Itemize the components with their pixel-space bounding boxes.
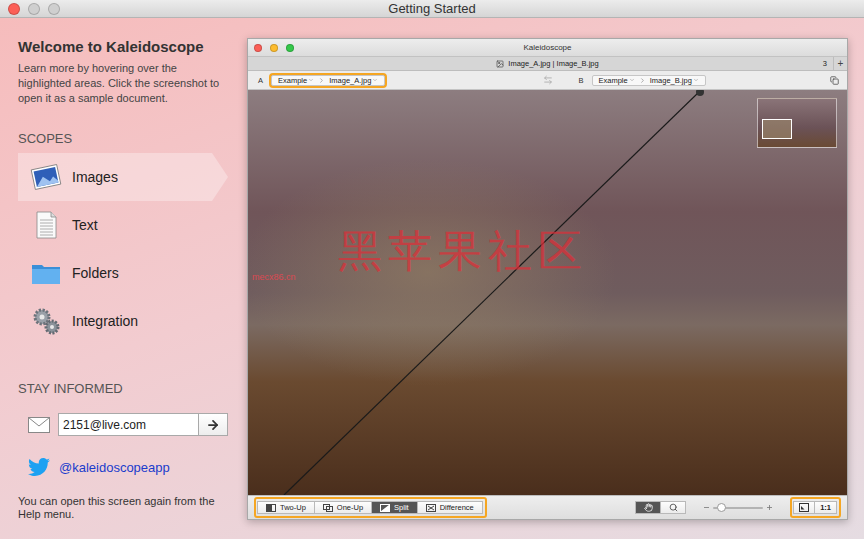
email-row	[18, 413, 230, 436]
email-input[interactable]	[58, 413, 198, 436]
actual-size-button: 1:1	[814, 501, 837, 514]
image-comparison: 黑苹果社区 mecx86.cn	[248, 90, 847, 495]
one-up-icon	[323, 504, 333, 512]
sidebar: Welcome to Kaleidoscope Learn more by hov…	[0, 18, 240, 539]
scope-item[interactable]: Images	[18, 153, 228, 201]
breadcrumb-item: Example	[276, 76, 316, 85]
folder-icon	[30, 257, 62, 289]
window-title: Getting Started	[388, 1, 475, 17]
split-line-icon	[248, 90, 847, 495]
breadcrumb-item: Image_B.jpg	[648, 76, 701, 85]
breadcrumb: Example Image_B.jpg	[592, 75, 706, 86]
tab-controls: 3+	[807, 57, 847, 70]
document-icon	[30, 209, 62, 241]
difference-icon	[426, 504, 436, 512]
add-tab-button: +	[833, 57, 847, 70]
scope-list: ImagesTextFoldersIntegration	[18, 153, 230, 345]
size-group: 1:1	[790, 497, 841, 518]
side-label: A	[258, 76, 263, 85]
breadcrumb: Example Image_A.jpg	[271, 75, 385, 86]
mode-button: One-Up	[314, 501, 372, 514]
minus-icon	[704, 505, 709, 510]
scope-item[interactable]: Text	[18, 201, 228, 249]
subscribe-button[interactable]	[198, 413, 228, 436]
chevron-down-icon	[372, 77, 378, 83]
envelope-icon	[28, 417, 50, 433]
breadcrumb-item: Image_A.jpg	[327, 76, 380, 85]
images-icon	[30, 161, 62, 193]
two-up-icon	[266, 504, 276, 512]
magnifier-icon	[669, 503, 678, 512]
watermark: 黑苹果社区	[338, 222, 588, 281]
navigator-view	[762, 119, 792, 139]
scopes-title: SCOPES	[18, 131, 230, 147]
arrow-right-icon	[206, 418, 220, 432]
zoom-knob	[717, 503, 726, 512]
fit-to-window-icon	[799, 503, 809, 512]
zoom-slider	[704, 505, 772, 510]
mode-button: Two-Up	[257, 501, 315, 514]
preview-title-bar: Kaleidoscope	[248, 39, 847, 56]
gears-icon	[30, 305, 62, 337]
side-path: A Example Image_A.jpg	[248, 75, 543, 86]
path-row: A Example Image_A.jpg B Example Image_B.jpg	[248, 71, 847, 90]
email-field	[58, 413, 228, 436]
chevron-right-icon	[639, 77, 646, 84]
hand-tool-button	[635, 501, 661, 514]
chevron-down-icon	[308, 77, 314, 83]
mode-button: Split	[371, 501, 418, 514]
side-path: B Example Image_B.jpg	[553, 75, 848, 86]
mode-group: Two-UpOne-UpSplitDifference	[254, 497, 487, 518]
twitter-bird-icon	[28, 456, 50, 478]
navigator-thumbnail	[757, 98, 837, 148]
preview-minimize	[270, 44, 278, 52]
content: Welcome to Kaleidoscope Learn more by hov…	[0, 18, 864, 539]
scope-item[interactable]: Integration	[18, 297, 228, 345]
fit-button	[793, 501, 815, 514]
preview-zoom	[286, 44, 294, 52]
hand-icon	[644, 503, 653, 512]
zoom-track	[713, 507, 763, 509]
image-file-icon	[496, 60, 504, 68]
document-tab: Image_A.jpg | Image_B.jpg	[288, 59, 807, 68]
chevron-down-icon	[629, 77, 635, 83]
twitter-row: @kaleidoscopeapp	[18, 455, 230, 479]
scope-item[interactable]: Folders	[18, 249, 228, 297]
tab-count: 3	[823, 59, 827, 68]
zoom-button[interactable]	[48, 3, 60, 15]
stack-icon	[830, 76, 839, 85]
stay-informed-title: STAY INFORMED	[18, 381, 230, 397]
watermark-site: mecx86.cn	[252, 272, 296, 282]
chevron-right-icon	[318, 77, 325, 84]
window-controls	[8, 3, 388, 15]
footer-note: You can open this screen again from the …	[18, 495, 236, 521]
minimize-button[interactable]	[28, 3, 40, 15]
preview-title: Kaleidoscope	[523, 43, 571, 52]
swap-icon	[543, 75, 553, 85]
getting-started-window: Getting Started Welcome to Kaleidoscope Le…	[0, 0, 864, 539]
welcome-heading: Welcome to Kaleidoscope	[18, 38, 230, 56]
title-bar: Getting Started	[0, 0, 864, 18]
tool-group	[636, 501, 686, 514]
breadcrumb-item: Example	[597, 76, 637, 85]
sample-screenshot[interactable]: KaleidoscopeImage_A.jpg | Image_B.jpg3+A…	[247, 38, 848, 520]
preview-close	[254, 44, 262, 52]
twitter-link[interactable]: @kaleidoscopeapp	[59, 460, 170, 475]
preview-area: KaleidoscopeImage_A.jpg | Image_B.jpg3+A…	[240, 18, 864, 539]
bottom-toolbar: Two-UpOne-UpSplitDifference 1:1	[248, 495, 847, 519]
tab-row: Image_A.jpg | Image_B.jpg3+	[248, 56, 847, 71]
plus-icon	[767, 505, 772, 510]
side-label: B	[579, 76, 584, 85]
preview-window-controls	[254, 44, 523, 52]
intro-text: Learn more by hovering over the highligh…	[18, 61, 230, 106]
split-icon	[380, 504, 390, 512]
zoom-tool-button	[660, 501, 686, 514]
close-button[interactable]	[8, 3, 20, 15]
mode-button: Difference	[417, 501, 483, 514]
chevron-down-icon	[693, 77, 699, 83]
